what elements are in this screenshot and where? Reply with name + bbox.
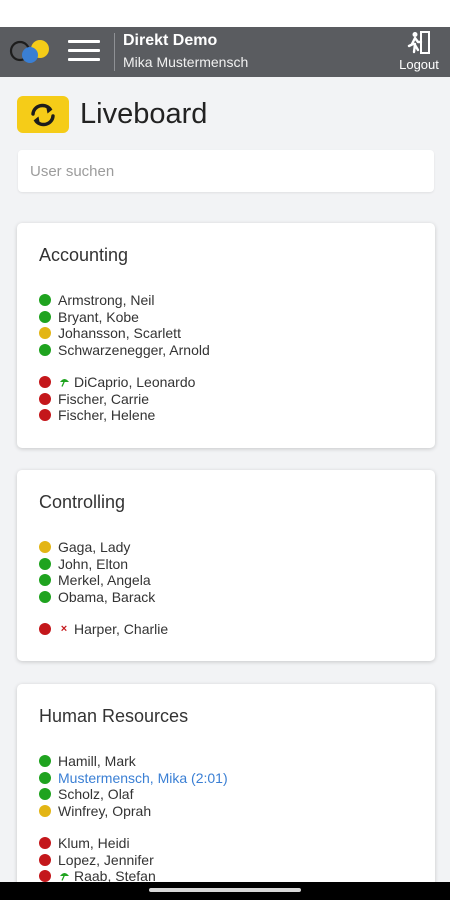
department-card-human-resources: Human Resources Hamill, Mark Mustermensch,… [17,684,435,900]
status-dot-green [39,557,51,570]
employee-row: Johansson, Scarlett [39,325,435,342]
department-title: Human Resources [39,706,189,726]
department-title: Accounting [39,245,129,265]
status-dot-red [39,409,51,422]
refresh-icon [31,103,55,126]
employee-name: Winfrey, Oprah [58,802,152,819]
employee-name: Bryant, Kobe [58,308,139,325]
header-divider [114,33,115,71]
status-dot-green [39,574,51,587]
employee-name: Mustermensch, Mika (2:01) [58,769,228,786]
employee-row: Merkel, Angela [39,572,435,589]
employee-row: Klum, Heidi [39,835,435,852]
employee-name: Lopez, Jennifer [58,851,154,868]
status-dot-yellow [39,804,51,817]
status-dot-green [39,771,51,784]
employee-row: Obama, Barack [39,589,435,606]
department-card-controlling: Controlling Gaga, Lady John, Elton Merkel, … [17,470,435,661]
employee-row: Schwarzenegger, Arnold [39,342,435,359]
employee-row: × Harper, Charlie [39,621,435,638]
employee-name: Gaga, Lady [58,539,131,556]
department-title: Controlling [39,492,126,512]
employee-name: Hamill, Mark [58,753,136,770]
employee-row[interactable]: Mustermensch, Mika (2:01) [39,770,435,787]
employee-row: Hamill, Mark [39,753,435,770]
employee-name: Armstrong, Neil [58,292,155,309]
exit-person-icon [407,31,430,54]
department-card-accounting: Accounting Armstrong, Neil Bryant, Kobe Joh… [17,223,435,448]
employee-row: Scholz, Olaf [39,786,435,803]
employee-name: DiCaprio, Leonardo [74,374,196,391]
status-dot-red [39,870,51,883]
employee-row: Gaga, Lady [39,539,435,556]
home-gesture-handle[interactable] [149,888,301,892]
status-dot-red [39,376,51,389]
employee-name: Johansson, Scarlett [58,325,181,342]
employee-name: John, Elton [58,555,129,572]
system-nav-bar [0,882,450,900]
user-name: Mika Mustermensch [123,54,249,70]
status-dot-green [39,590,51,603]
status-dot-red [39,853,51,866]
employee-row: Armstrong, Neil [39,292,435,309]
status-dot-yellow [39,541,51,554]
employee-name: Fischer, Helene [58,407,156,424]
employee-name: Harper, Charlie [74,621,169,638]
employee-group-present: Hamill, Mark Mustermensch, Mika (2:01) Sch… [39,753,435,819]
status-bar [0,0,450,27]
cross-icon: × [60,623,68,636]
status-dot-yellow [39,327,51,340]
employee-row: Bryant, Kobe [39,309,435,326]
employee-group-absent: Klum, Heidi Lopez, Jennifer Raab, Stefan [39,835,435,885]
employee-group-absent: DiCaprio, Leonardo Fischer, Carrie Fischer… [39,374,435,424]
employee-name: Obama, Barack [58,588,156,605]
status-dot-red [39,392,51,405]
employee-row: Fischer, Carrie [39,391,435,408]
logout-button[interactable]: Logout [396,30,442,72]
hamburger-icon[interactable] [68,40,100,62]
employee-name: Fischer, Carrie [58,390,150,407]
top-bar: Direkt Demo Mika Mustermensch Logout [0,27,450,77]
employee-name: Klum, Heidi [58,835,130,852]
employee-row: Winfrey, Oprah [39,803,435,820]
logout-label: Logout [399,57,439,72]
employee-name: Scholz, Olaf [58,786,134,803]
status-dot-red [39,837,51,850]
status-dot-green [39,343,51,356]
three-circles-logo [9,38,51,64]
status-dot-green [39,755,51,768]
status-dot-green [39,310,51,323]
refresh-button[interactable] [17,96,69,133]
employee-group-absent: × Harper, Charlie [39,621,435,638]
status-dot-green [39,788,51,801]
employee-group-present: Gaga, Lady John, Elton Merkel, Angela Obama… [39,539,435,605]
employee-row: DiCaprio, Leonardo [39,374,435,391]
status-dot-red [39,623,51,636]
employee-row: Fischer, Helene [39,407,435,424]
app-title: Direkt Demo [123,32,218,49]
employee-name: Merkel, Angela [58,572,151,589]
employee-row: John, Elton [39,556,435,573]
employee-group-present: Armstrong, Neil Bryant, Kobe Johansson, Sc… [39,292,435,358]
employee-name: Schwarzenegger, Arnold [58,341,210,358]
search-box [18,150,434,192]
page-header: Liveboard [17,96,207,133]
status-dot-green [39,294,51,307]
page-title: Liveboard [80,98,208,130]
employee-row: Lopez, Jennifer [39,852,435,869]
search-input[interactable] [18,150,434,192]
umbrella-icon [58,377,70,388]
umbrella-icon [58,871,70,882]
